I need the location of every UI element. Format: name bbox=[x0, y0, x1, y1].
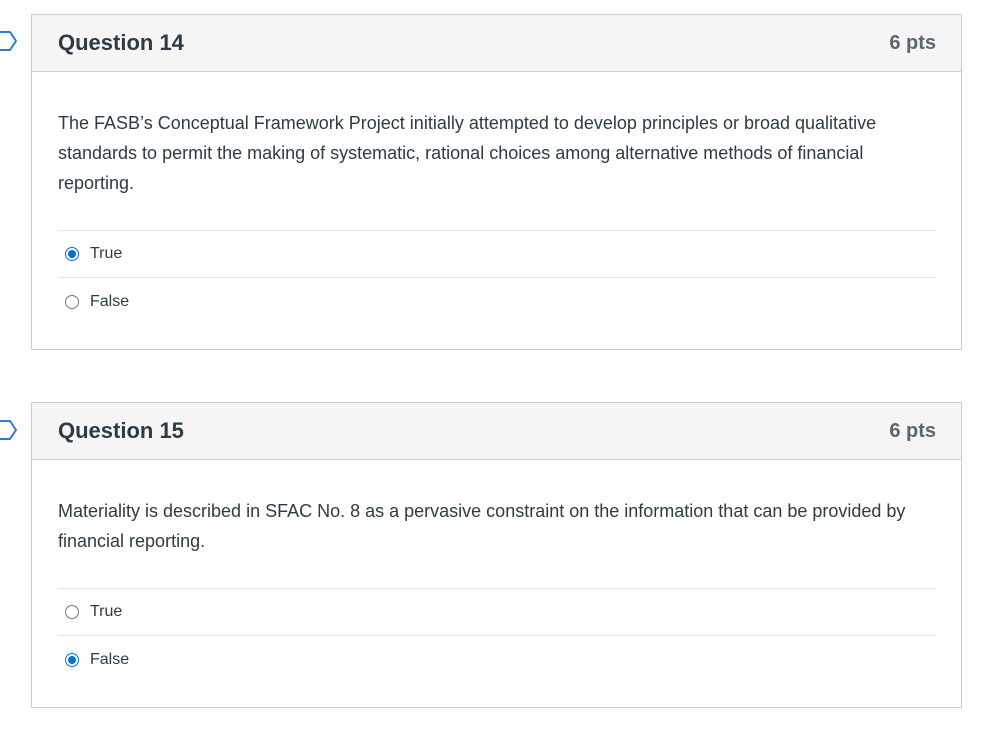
question-title: Question 15 bbox=[58, 418, 184, 443]
question-title: Question 14 bbox=[58, 30, 184, 55]
question-points: 6 pts bbox=[889, 31, 936, 54]
question-card: Question 15 6 pts Materiality is describ… bbox=[31, 402, 962, 708]
question-header: Question 14 6 pts bbox=[32, 15, 961, 72]
radio-unselected-icon[interactable] bbox=[65, 294, 79, 309]
question-text: Materiality is described in SFAC No. 8 a… bbox=[58, 501, 906, 551]
radio-selected-icon[interactable] bbox=[65, 247, 79, 261]
answer-label: False bbox=[90, 650, 130, 668]
answer-option-false[interactable]: False bbox=[58, 278, 936, 325]
answer-label: True bbox=[90, 245, 123, 262]
question-body: Materiality is described in SFAC No. 8 a… bbox=[32, 496, 961, 683]
answer-label: False bbox=[90, 292, 130, 310]
question-header: Question 15 6 pts bbox=[32, 403, 961, 460]
question-card: Question 14 6 pts The FASB’s Conceptual … bbox=[31, 14, 962, 350]
answer-option-false[interactable]: False bbox=[58, 636, 936, 683]
answer-label: True bbox=[90, 603, 123, 620]
flag-question-icon[interactable] bbox=[0, 31, 18, 51]
question-text: The FASB’s Conceptual Framework Project … bbox=[58, 113, 877, 193]
answer-list: True False bbox=[58, 230, 936, 325]
radio-unselected-icon[interactable] bbox=[65, 605, 79, 619]
question-body: The FASB’s Conceptual Framework Project … bbox=[32, 108, 961, 325]
quiz-page: Question 14 6 pts The FASB’s Conceptual … bbox=[0, 0, 999, 747]
question-points: 6 pts bbox=[889, 419, 936, 442]
answer-option-true[interactable]: True bbox=[58, 589, 936, 636]
answer-option-true[interactable]: True bbox=[58, 231, 936, 278]
radio-selected-icon[interactable] bbox=[65, 652, 79, 667]
flag-question-icon[interactable] bbox=[0, 420, 18, 440]
answer-list: True False bbox=[58, 588, 936, 683]
